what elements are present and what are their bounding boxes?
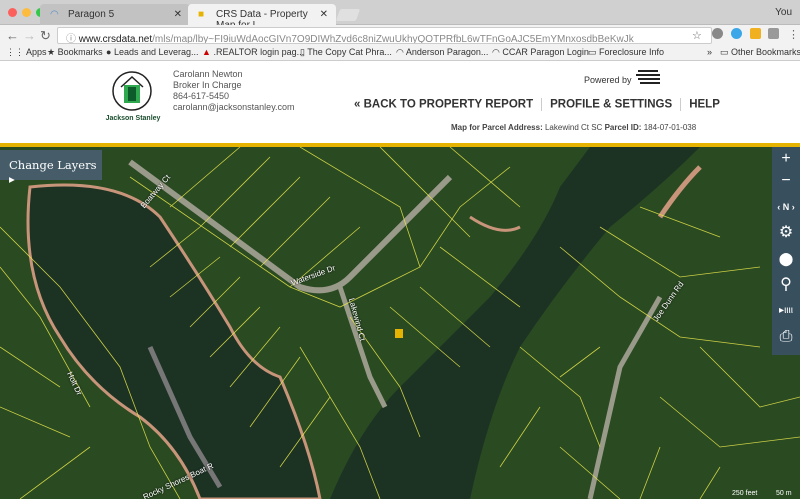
gear-icon[interactable]: ⚙ bbox=[772, 221, 800, 245]
back-icon[interactable]: ← bbox=[6, 28, 19, 43]
bookmarks-overflow[interactable]: » bbox=[707, 47, 712, 57]
profile-button[interactable]: You bbox=[775, 7, 792, 18]
scale-meters: 50 m bbox=[776, 490, 792, 497]
bookmark-ccar[interactable]: ◠ CCAR Paragon Login bbox=[492, 47, 589, 58]
url-input[interactable]: ⓘ www.crsdata.net/mls/map/lby~FI9iuWdAoc… bbox=[57, 27, 712, 44]
reload-icon[interactable]: ↻ bbox=[40, 28, 51, 44]
divider bbox=[680, 98, 682, 111]
map-toolbar: + − ‹ N › ⚙ ⬤ ⚲ ▸ιιιι ⎙ bbox=[772, 147, 800, 355]
zoom-in-icon[interactable]: + bbox=[772, 147, 800, 171]
back-to-property-report-link[interactable]: « BACK TO PROPERTY REPORT bbox=[354, 99, 533, 111]
jackson-stanley-logo: Jackson Stanley bbox=[106, 67, 160, 133]
menu-icon[interactable]: ⋮ bbox=[788, 28, 799, 41]
new-tab-button[interactable] bbox=[335, 9, 361, 21]
profile-settings-link[interactable]: PROFILE & SETTINGS bbox=[550, 99, 672, 111]
scale-feet: 250 feet bbox=[732, 490, 758, 497]
extension-icon[interactable] bbox=[750, 28, 761, 39]
bookmark-bookmarks[interactable]: ★ Bookmarks bbox=[47, 47, 103, 58]
tab-title: Paragon 5 bbox=[68, 9, 115, 20]
agent-title: Broker In Charge bbox=[173, 80, 242, 90]
close-tab-icon[interactable]: ✕ bbox=[174, 9, 182, 20]
url-host: www.crsdata.net bbox=[78, 34, 153, 44]
minimize-window-button[interactable] bbox=[22, 8, 31, 17]
agent-info: Carolann Newton Broker In Charge 864-617… bbox=[173, 69, 295, 113]
parcel-id: 184-07-01-038 bbox=[643, 123, 697, 132]
bookmark-realtor[interactable]: ▲ .REALTOR login pag... bbox=[202, 47, 304, 57]
search-icon[interactable]: ⚲ bbox=[772, 273, 800, 297]
header-nav: « BACK TO PROPERTY REPORT PROFILE & SETTI… bbox=[354, 98, 720, 111]
extension-icon[interactable] bbox=[768, 28, 779, 39]
forward-icon[interactable]: → bbox=[23, 28, 36, 43]
agent-email: carolann@jacksonstanley.com bbox=[173, 102, 295, 112]
bookmark-leads[interactable]: ● Leads and Leverag... bbox=[106, 47, 199, 57]
zoom-out-icon[interactable]: − bbox=[772, 169, 800, 193]
tab-crs-data[interactable]: ■CRS Data - Property Map for L✕ bbox=[188, 4, 336, 31]
bookmark-other[interactable]: ▭ Other Bookmarks bbox=[720, 47, 800, 58]
satellite-map bbox=[0, 147, 800, 499]
location-pin-icon[interactable]: ⬤ bbox=[772, 247, 800, 271]
crs-data-logo bbox=[636, 69, 662, 93]
caret-right-icon: ▸ bbox=[9, 172, 15, 186]
close-window-button[interactable] bbox=[8, 8, 17, 17]
parcel-address-label: Map for Parcel Address: bbox=[451, 123, 543, 132]
page-header: Jackson Stanley Carolann Newton Broker I… bbox=[0, 61, 800, 143]
bookmark-anderson[interactable]: ◠ Anderson Paragon... bbox=[396, 47, 488, 58]
help-link[interactable]: HELP bbox=[689, 99, 720, 111]
bookmark-apps[interactable]: ⋮⋮ Apps bbox=[6, 47, 47, 58]
extension-icon[interactable] bbox=[712, 28, 723, 39]
tab-paragon[interactable]: ◠ Paragon 5 ✕ bbox=[40, 4, 190, 25]
extension-icon[interactable] bbox=[731, 28, 742, 39]
paragon-icon: ◠ bbox=[50, 9, 59, 20]
tab-bar: ◠ Paragon 5 ✕ ■CRS Data - Property Map for… bbox=[0, 0, 800, 31]
compass-north-icon[interactable]: ‹ N › bbox=[772, 195, 800, 219]
measure-icon[interactable]: ▸ιιιι bbox=[772, 299, 800, 323]
print-icon[interactable]: ⎙ bbox=[772, 325, 800, 349]
address-bar-row: ← → ↻ ⓘ www.crsdata.net/mls/map/lby~FI9i… bbox=[0, 25, 800, 45]
change-layers-label: Change Layers bbox=[9, 158, 97, 172]
parcel-address: Lakewind Ct SC bbox=[544, 123, 603, 132]
parcel-info: Map for Parcel Address: Lakewind Ct SC P… bbox=[451, 123, 696, 132]
logo-text: Jackson Stanley bbox=[105, 115, 161, 122]
url-path: /mls/map/lby~FI9iuWdAocGIVn7O9DIWhZvd6c8… bbox=[152, 34, 640, 44]
star-icon[interactable]: ☆ bbox=[692, 29, 702, 42]
map-view[interactable]: Waterside Dr Lakewind Ct Holt Dr Rocky S… bbox=[0, 147, 800, 499]
bookmarks-bar: ⋮⋮ Apps ★ Bookmarks ● Leads and Leverag.… bbox=[0, 45, 800, 61]
bookmark-foreclosure[interactable]: ▭ Foreclosure Info bbox=[588, 47, 664, 58]
bookmark-copycat[interactable]: ▯ The Copy Cat Phra... bbox=[300, 47, 392, 58]
divider bbox=[541, 98, 543, 111]
agent-name: Carolann Newton bbox=[173, 69, 243, 79]
change-layers-button[interactable]: Change Layers ▸ bbox=[0, 150, 102, 186]
powered-by-label: Powered by bbox=[584, 75, 632, 85]
crs-icon: ■ bbox=[198, 9, 205, 20]
close-tab-icon[interactable]: ✕ bbox=[320, 9, 328, 20]
parcel-id-label: Parcel ID: bbox=[604, 123, 642, 132]
agent-phone: 864-617-5450 bbox=[173, 91, 230, 101]
